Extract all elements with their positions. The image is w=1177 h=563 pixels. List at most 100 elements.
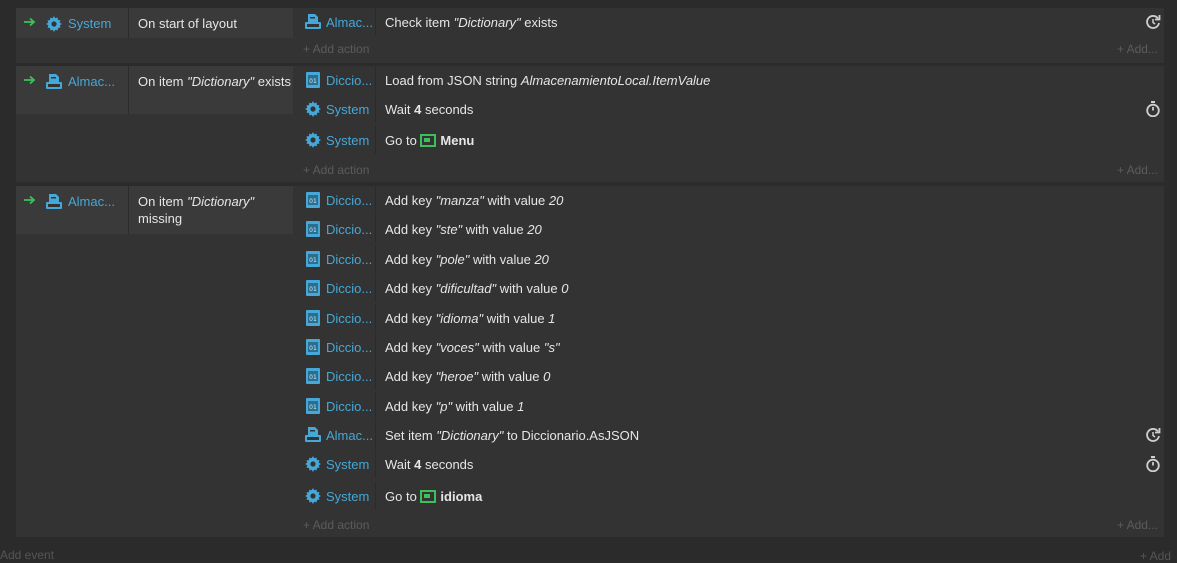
restart-icon[interactable] [1145,427,1161,443]
storage-icon [305,14,321,30]
condition[interactable]: Almac... On item "Dictionary" missing [16,186,293,234]
restart-icon[interactable] [1145,14,1161,30]
condition-object-name: System [68,16,112,31]
action-text: Add key "ste" with value 20 [375,215,1164,243]
action-object-name: Almac... [326,427,373,443]
svg-text:01: 01 [309,345,317,352]
action-row[interactable]: Almac... Set item "Dictionary" to Diccion… [295,421,1164,449]
action-row[interactable]: 01 Diccio... Add key "ste" with value 20 [295,215,1164,243]
action-object-name: Diccio... [326,72,373,88]
add-menu-link[interactable]: + Add... [1117,518,1158,534]
gear-icon [305,101,321,117]
action-text: Add key "heroe" with value 0 [375,362,1164,390]
text-part: Add key [385,192,436,208]
action-row[interactable]: System Wait 4 seconds [295,450,1164,478]
action-row[interactable]: 01 Diccio... Add key "idioma" with value 1 [295,304,1164,332]
action-object: 01 Diccio... [295,362,375,390]
layout-icon [420,489,437,503]
action-text: Go to Menu [375,126,1164,154]
action-object-name: Diccio... [326,339,373,355]
svg-text:01: 01 [309,286,317,293]
action-row[interactable]: System Go to Menu [295,126,1164,154]
text-part: "idioma" [435,310,484,326]
event-block[interactable]: Almac... On item "Dictionary" exists 01 Dic… [16,66,1164,182]
text-part: On start of layout [138,16,237,31]
text-part: "Dictionary" [187,74,255,89]
action-text: Wait 4 seconds [375,95,1164,123]
layout-name: Menu [440,132,475,148]
action-object-name: Diccio... [326,310,373,326]
action-row[interactable]: System Wait 4 seconds [295,95,1164,123]
text-part: 20 [534,251,549,267]
action-row[interactable]: 01 Diccio... Add key "manza" with value 20 [295,186,1164,214]
text-part: Add key [385,251,436,267]
action-row[interactable]: 01 Diccio... Add key "heroe" with value 0 [295,362,1164,390]
text-part: "ste" [435,221,463,237]
action-row[interactable]: 01 Diccio... Add key "dificultad" with val… [295,274,1164,302]
action-object-name: Diccio... [326,368,373,384]
text-part: seconds [421,101,474,117]
action-object-name: Diccio... [326,280,373,296]
text-part: Add key [385,221,436,237]
add-event-link[interactable]: Add event [0,548,54,562]
svg-text:01: 01 [309,227,317,234]
condition[interactable]: Almac... On item "Dictionary" exists [16,66,293,114]
text-part: 0 [561,280,569,296]
timer-icon[interactable] [1145,456,1161,473]
action-object-name: Diccio... [326,192,373,208]
action-text: Load from JSON string AlmacenamientoLoca… [375,66,1164,94]
action-object: 01 Diccio... [295,274,375,302]
add-menu-link[interactable]: + Add... [1117,42,1158,58]
action-object: 01 Diccio... [295,304,375,332]
event-block[interactable]: System On start of layout Almac... Check it… [16,8,1164,63]
dictionary-icon: 01 [305,398,321,414]
storage-icon [46,74,62,90]
action-object-name: System [326,101,370,117]
dictionary-icon: 01 [305,72,321,88]
dictionary-icon: 01 [305,368,321,384]
action-row[interactable]: 01 Diccio... Add key "pole" with value 20 [295,245,1164,273]
text-part: 20 [548,192,564,208]
action-object: System [295,450,375,478]
action-text: Go to idioma [375,482,1164,510]
action-row[interactable]: System Go to idioma [295,482,1164,510]
action-text: Add key "idioma" with value 1 [375,304,1164,332]
action-row[interactable]: 01 Diccio... Load from JSON string Almacen… [295,66,1164,94]
action-object: System [295,95,375,123]
add-action-link[interactable]: + Add action [303,518,369,534]
text-part: On item [138,74,188,89]
action-row[interactable]: 01 Diccio... Add key "voces" with value "s… [295,333,1164,361]
trigger-arrow-icon [24,195,36,234]
event-block[interactable]: Almac... On item "Dictionary" missing 01 Di… [16,186,1164,537]
action-object-name: System [326,132,370,148]
text-part: with value [469,251,535,267]
storage-icon [46,194,62,210]
text-part: missing [138,211,183,226]
add-action-link[interactable]: + Add action [303,42,369,58]
condition[interactable]: System On start of layout [16,8,293,38]
text-part: "Dictionary" [453,14,521,30]
condition-text: On item "Dictionary" exists [128,66,293,114]
action-text: Add key "manza" with value 20 [375,186,1164,214]
action-row[interactable]: 01 Diccio... Add key "p" with value 1 [295,392,1164,420]
text-part: exists [254,74,291,89]
text-part: "Dictionary" [187,194,255,209]
add-menu-link[interactable]: + Add... [1117,163,1158,179]
condition-object: System [36,8,128,38]
text-part: 1 [548,310,556,326]
text-part: AlmacenamientoLocal.ItemValue [520,72,711,88]
action-object-name: System [326,488,370,504]
action-object: 01 Diccio... [295,215,375,243]
text-part: "voces" [435,339,479,355]
text-part: "p" [435,398,453,414]
add-action-link[interactable]: + Add action [303,163,369,179]
timer-icon[interactable] [1145,101,1161,118]
add-bottom-right[interactable]: + Add [1140,549,1171,563]
text-part: "pole" [435,251,470,267]
text-part: "Dictionary" [436,427,504,443]
action-object: 01 Diccio... [295,333,375,361]
action-row[interactable]: Almac... Check item "Dictionary" exists [295,8,1164,36]
action-object: System [295,482,375,510]
svg-text:01: 01 [309,316,317,323]
text-part: Set item [385,427,437,443]
